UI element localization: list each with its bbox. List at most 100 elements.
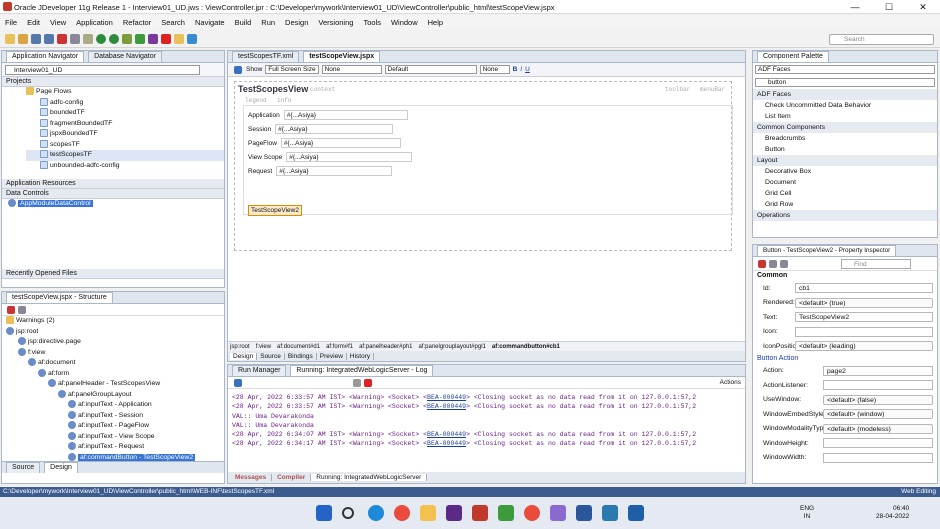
palette-item[interactable]: Check Uncommitted Data Behavior (753, 100, 937, 111)
breadcrumb-item[interactable]: f:view (256, 344, 271, 350)
input-text-field[interactable]: Request #{...Asiya} (248, 166, 393, 176)
legend-facet[interactable]: legend (245, 97, 267, 104)
structure-tree-item[interactable]: af:inputText - Application (6, 400, 224, 411)
save-all-icon[interactable] (43, 34, 54, 44)
menu-edit[interactable]: Edit (27, 15, 40, 30)
pin-icon[interactable] (6, 305, 15, 314)
property-value[interactable] (823, 452, 933, 463)
debug-icon[interactable] (147, 34, 158, 44)
menu-file[interactable]: File (5, 15, 17, 30)
breadcrumb-item[interactable]: af:commandbutton#cb1 (492, 344, 560, 350)
palette-item[interactable]: Breadcrumbs (753, 133, 937, 144)
language-indicator[interactable]: ENG IN (800, 505, 814, 521)
application-selector[interactable]: Interview01_UD (5, 65, 200, 75)
log-tab[interactable]: Compiler (272, 474, 312, 481)
palette-section[interactable]: Layout (753, 155, 937, 166)
project-tree-item[interactable]: scopesTF (26, 139, 224, 151)
project-tree-item[interactable]: adfc-config (26, 97, 224, 109)
search-log-icon[interactable] (233, 378, 242, 387)
breadcrumb-item[interactable]: af:panelheader#ph1 (359, 344, 412, 350)
project-tree-item[interactable]: fragmentBoundedTF (26, 118, 224, 130)
italic-button[interactable]: I (520, 66, 522, 73)
breadcrumb-item[interactable]: af:document#d1 (277, 344, 320, 350)
tab-preview[interactable]: Preview (317, 352, 347, 360)
forward-icon[interactable] (108, 34, 119, 44)
underline-button[interactable]: U (525, 66, 530, 73)
structure-tree-item[interactable]: jsp:directive.page (6, 337, 224, 348)
commandbutton-testscopeview2[interactable]: TestScopeView2 (248, 205, 302, 216)
design-canvas[interactable]: TestScopesView context toolbar menuBar l… (228, 77, 745, 345)
palette-item[interactable]: Grid Row (753, 199, 937, 210)
pin-icon[interactable] (757, 259, 766, 268)
palette-item[interactable]: Document (753, 177, 937, 188)
tab-design[interactable]: Design (230, 352, 258, 360)
data-controls-header[interactable]: Data Controls (2, 189, 224, 199)
tab-structure[interactable]: testScopeView.jspx - Structure (6, 292, 113, 303)
minimize-button[interactable]: — (838, 0, 872, 14)
application-resources-header[interactable]: Application Resources (2, 179, 224, 189)
property-value[interactable]: <default> (leading) (795, 341, 933, 352)
screen-size-select[interactable]: Full Screen Size (265, 65, 319, 74)
project-tree-item[interactable]: boundedTF (26, 108, 224, 119)
menu-run[interactable]: Run (261, 15, 275, 30)
word-icon[interactable] (576, 505, 592, 521)
search-icon[interactable] (342, 507, 354, 519)
jdeveloper-taskbar-icon[interactable] (472, 505, 488, 521)
tab-source[interactable]: Source (6, 462, 41, 473)
button-action-section-header[interactable]: Button Action (753, 353, 937, 364)
palette-item[interactable]: Grid Cell (753, 188, 937, 199)
tab-application-navigator[interactable]: Application Navigator (6, 51, 85, 62)
library-select[interactable]: ADF Faces (755, 65, 935, 74)
file-explorer-icon[interactable] (420, 505, 436, 521)
common-section-header[interactable]: Common (753, 271, 937, 281)
breadcrumb-item[interactable]: af:panelgrouplayout#pgl1 (418, 344, 485, 350)
start-icon[interactable] (316, 505, 332, 521)
tab-server-log[interactable]: Running: IntegratedWebLogicServer - Log (290, 365, 434, 376)
property-value[interactable] (823, 380, 933, 391)
palette-search-input[interactable]: button (755, 78, 935, 87)
save-icon[interactable] (30, 34, 41, 44)
tab-bindings[interactable]: Bindings (285, 352, 317, 360)
field-value[interactable]: #{...Asiya} (276, 166, 393, 176)
property-value[interactable]: <default> (false) (823, 394, 933, 405)
actions-menu[interactable]: Actions (720, 379, 741, 386)
log-error-link[interactable]: BEA-000449 (427, 394, 466, 401)
folder-icon[interactable] (173, 34, 184, 44)
input-text-field[interactable]: Session #{...Asiya} (248, 124, 394, 134)
log-error-link[interactable]: BEA-000449 (427, 440, 466, 447)
field-value[interactable]: #{...Asiya} (286, 152, 413, 162)
structure-tree-item[interactable]: af:inputText - Request (6, 442, 224, 453)
chrome-profile-icon[interactable] (524, 505, 540, 521)
design-view-icon[interactable] (233, 65, 242, 74)
search-input[interactable]: Search (829, 34, 934, 45)
menu-search[interactable]: Search (161, 15, 185, 30)
breadcrumb-item[interactable]: jsp:root (230, 344, 250, 350)
cut-icon[interactable] (56, 34, 67, 44)
property-value[interactable]: <default> (true) (795, 297, 933, 308)
property-value[interactable] (823, 438, 933, 449)
tab-testscopestf-xml[interactable]: testScopesTF.xml (232, 51, 300, 62)
structure-tree-item[interactable]: af:inputText - Session (6, 410, 224, 422)
copy-icon[interactable] (69, 34, 80, 44)
notes-icon[interactable] (602, 505, 618, 521)
slack-icon[interactable] (446, 505, 462, 521)
field-value[interactable]: #{...Asiya} (283, 110, 408, 120)
panel-group-layout[interactable]: Application #{...Asiya} Session #{...Asiya}… (243, 105, 733, 215)
property-value[interactable]: cb1 (795, 283, 933, 294)
edit-icon[interactable] (779, 259, 788, 268)
project-tree-item[interactable]: Page Flows (26, 87, 224, 98)
teams-icon[interactable] (550, 505, 566, 521)
media-icon[interactable] (628, 505, 644, 521)
bind-icon[interactable] (768, 259, 777, 268)
deploy-icon[interactable] (186, 34, 197, 44)
log-tab[interactable]: Messages (230, 474, 273, 481)
log-error-link[interactable]: BEA-000449 (427, 431, 466, 438)
toolbar-facet[interactable]: toolbar (665, 86, 690, 93)
scroll-lock-icon[interactable] (353, 378, 361, 387)
property-value[interactable] (795, 326, 933, 337)
property-value[interactable]: TestScopeView2 (795, 312, 933, 323)
field-value[interactable]: #{...Asiya} (275, 124, 394, 134)
project-tree-item[interactable]: unbounded-adfc-config (26, 160, 224, 172)
menu-view[interactable]: View (50, 15, 66, 30)
run-icon[interactable] (134, 34, 145, 44)
